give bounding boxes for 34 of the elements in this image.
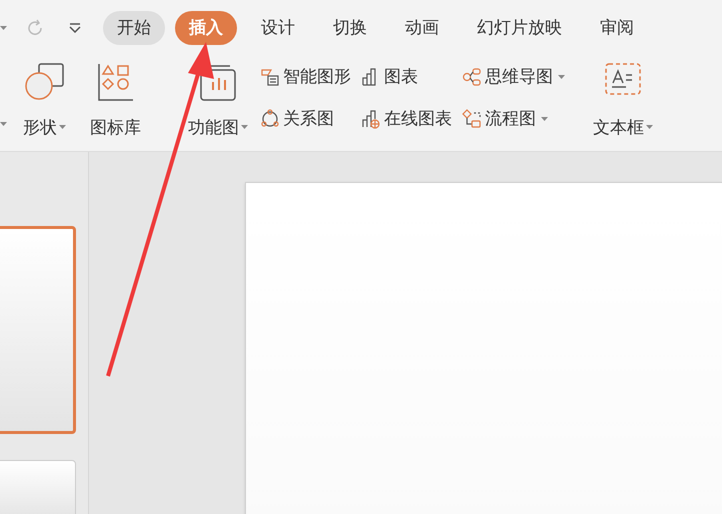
- icon-library-icon: [96, 62, 136, 102]
- slide-thumbnail[interactable]: [0, 460, 76, 514]
- ribbon-button[interactable]: 流程图: [462, 104, 565, 134]
- ribbon-button[interactable]: 思维导图: [462, 62, 565, 92]
- ribbon-button[interactable]: 功能图: [186, 62, 250, 140]
- ribbon-button[interactable]: 形状: [21, 62, 68, 140]
- smart-graphic-icon: [260, 67, 280, 87]
- caret-icon: [0, 122, 7, 126]
- ribbon-button[interactable]: 图表: [361, 62, 452, 92]
- ribbon-tab[interactable]: 设计: [247, 11, 309, 45]
- caret-icon: [241, 125, 248, 130]
- ribbon-button[interactable]: 关系图: [260, 104, 351, 134]
- flowchart-icon: [462, 109, 482, 129]
- ribbon-tab[interactable]: 审阅: [586, 11, 648, 45]
- caret-icon[interactable]: [0, 26, 7, 30]
- caret-icon: [541, 117, 548, 121]
- shapes-icon: [24, 62, 66, 102]
- ribbon-button[interactable]: 文本框: [593, 62, 653, 140]
- relation-diagram-icon: [260, 109, 280, 129]
- ribbon-tab[interactable]: 幻灯片放映: [463, 11, 576, 45]
- ribbon-button[interactable]: 智能图形: [260, 62, 351, 92]
- ribbon-tab[interactable]: 开始: [103, 11, 165, 45]
- text-box-icon: [604, 62, 642, 96]
- ribbon-tab[interactable]: 动画: [391, 11, 453, 45]
- slide-thumbnail[interactable]: [0, 226, 76, 434]
- ribbon-button[interactable]: 在线图表: [361, 104, 452, 134]
- ribbon-tab[interactable]: 切换: [319, 11, 381, 45]
- online-chart-icon: [361, 109, 381, 129]
- ribbon-button[interactable]: 图标库: [88, 62, 143, 140]
- mind-map-icon: [462, 67, 482, 87]
- caret-icon: [558, 75, 565, 79]
- caret-icon: [646, 125, 653, 130]
- customize-icon[interactable]: [69, 23, 81, 33]
- caret-icon: [59, 125, 66, 130]
